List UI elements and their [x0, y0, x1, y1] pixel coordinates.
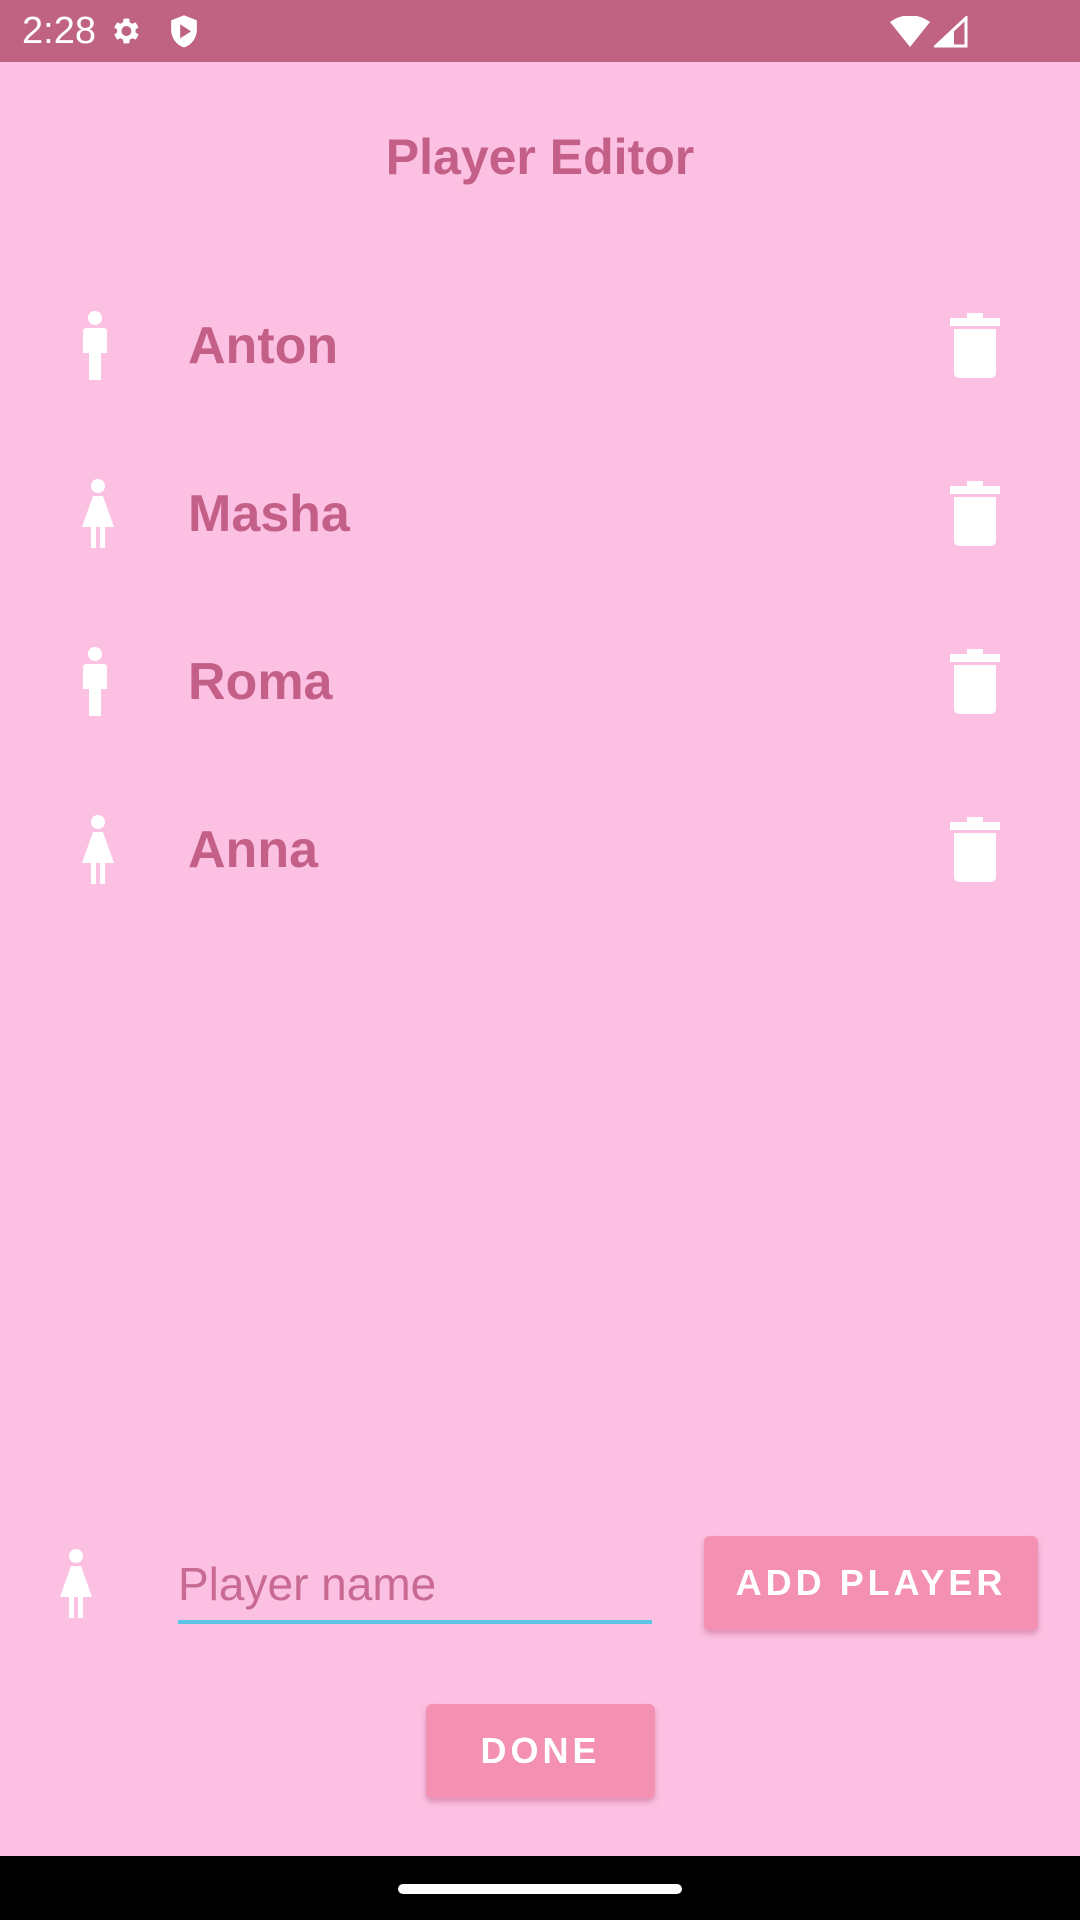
- gear-icon: [108, 14, 142, 48]
- player-name-input[interactable]: [178, 1548, 652, 1624]
- trash-icon[interactable]: [948, 313, 1002, 379]
- list-item[interactable]: Roma: [0, 598, 1080, 766]
- female-icon[interactable]: [80, 478, 116, 550]
- female-icon[interactable]: [58, 1548, 94, 1620]
- trash-icon[interactable]: [948, 649, 1002, 715]
- male-icon[interactable]: [80, 646, 110, 718]
- trash-icon[interactable]: [948, 817, 1002, 883]
- trash-icon[interactable]: [948, 481, 1002, 547]
- navigation-bar: [0, 1856, 1080, 1920]
- add-player-button[interactable]: ADD PLAYER: [704, 1536, 1038, 1630]
- player-name: Anna: [188, 821, 318, 879]
- player-name: Roma: [188, 653, 333, 711]
- player-name: Anton: [188, 317, 339, 375]
- signal-icon: [934, 16, 968, 48]
- female-icon[interactable]: [80, 814, 116, 886]
- list-item[interactable]: Masha: [0, 430, 1080, 598]
- wifi-icon: [890, 16, 930, 48]
- home-gesture-handle[interactable]: [398, 1884, 682, 1894]
- page-title: Player Editor: [385, 129, 695, 185]
- status-bar: 2:28: [0, 0, 1080, 62]
- list-item[interactable]: Anton: [0, 262, 1080, 430]
- done-button[interactable]: DONE: [426, 1704, 655, 1798]
- shield-play-icon: [168, 14, 200, 50]
- player-editor-screen: 2:28 Player Editor Anton Masha Roma Anna…: [0, 0, 1080, 1920]
- list-item[interactable]: Anna: [0, 766, 1080, 934]
- player-name: Masha: [188, 485, 350, 543]
- male-icon[interactable]: [80, 310, 110, 382]
- status-time: 2:28: [22, 10, 96, 52]
